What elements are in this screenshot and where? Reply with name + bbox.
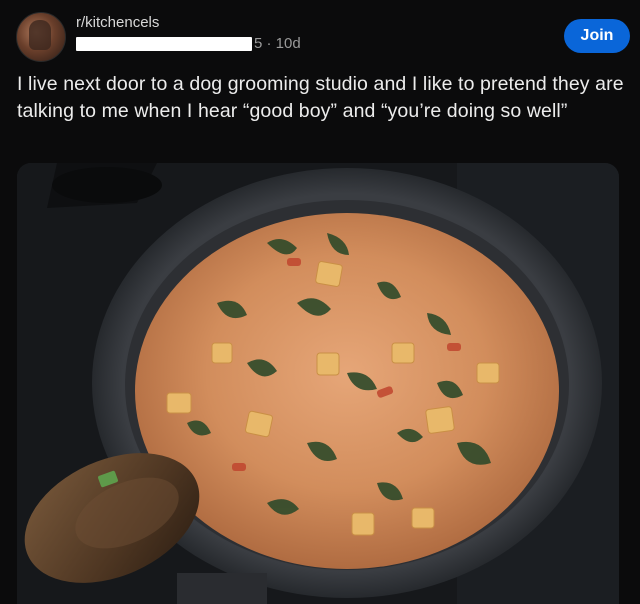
post-age: 5 · 10d <box>254 35 301 52</box>
post-meta: 5 · 10d <box>76 35 301 52</box>
curry-pan-photo <box>17 163 619 604</box>
post-title[interactable]: I live next door to a dog grooming studi… <box>17 71 627 125</box>
redacted-username <box>76 37 252 52</box>
join-button[interactable]: Join <box>564 19 630 53</box>
post-image[interactable] <box>17 163 619 604</box>
subreddit-avatar[interactable] <box>16 12 66 62</box>
post-header: r/kitchencels 5 · 10d Join <box>0 0 640 64</box>
subreddit-name[interactable]: r/kitchencels <box>76 14 159 31</box>
